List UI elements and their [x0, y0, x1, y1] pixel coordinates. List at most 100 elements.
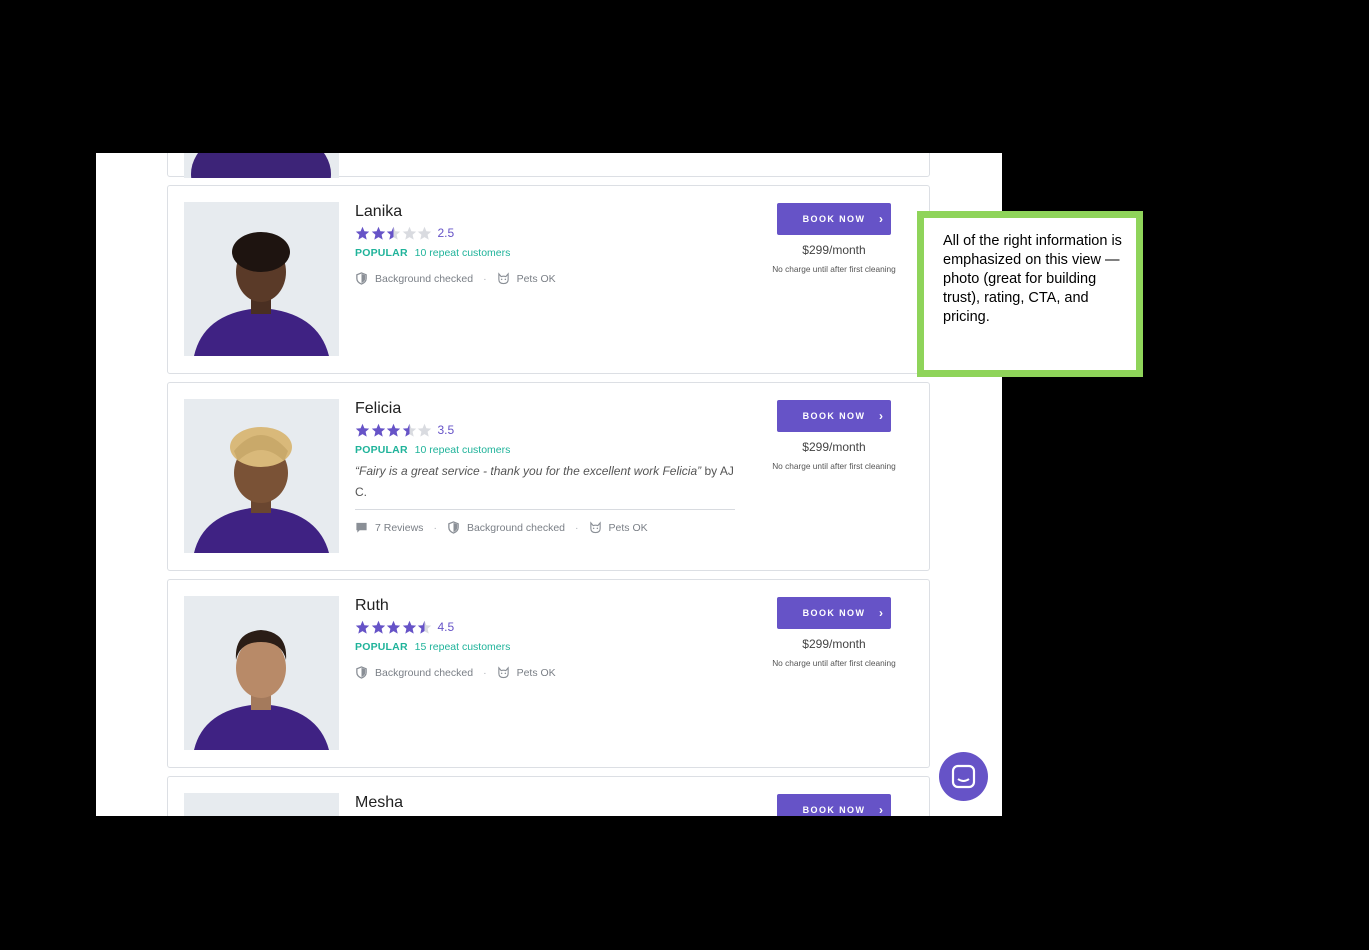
chevron-right-icon: › [879, 606, 883, 620]
star-icon [386, 620, 401, 634]
star-icon [371, 423, 385, 437]
comment-icon [356, 522, 367, 533]
book-now-button[interactable]: BOOK NOW › [777, 794, 891, 816]
star-icon [402, 226, 416, 240]
star-icon [417, 423, 432, 437]
star-icon [371, 226, 385, 240]
cleaner-photo[interactable] [184, 202, 339, 356]
reviews-link[interactable]: 7 Reviews [355, 521, 423, 534]
cleaner-card-lanika: Lanika 2.5 POPULAR 10 repeat customers B… [167, 185, 930, 374]
rating-value: 2.5 [437, 226, 455, 240]
badges-row: Background checked · Pets OK [355, 666, 556, 679]
badges-row: Background checked · Pets OK [355, 272, 556, 285]
badge-label: Pets OK [608, 521, 648, 534]
divider [355, 509, 735, 510]
review-by: by [701, 464, 718, 478]
price-note: No charge until after first cleaning [772, 264, 896, 274]
cat-icon [497, 272, 509, 285]
star-rating [355, 620, 433, 635]
price: $299/month [802, 440, 866, 454]
rating-value: 3.5 [437, 423, 455, 437]
shield-icon [356, 272, 367, 285]
badges-row: 7 Reviews · Background checked · Pets OK [355, 521, 648, 534]
cleaner-photo[interactable] [184, 793, 339, 816]
popular-badge: POPULAR [355, 641, 408, 653]
reviews-count: 7 Reviews [375, 521, 424, 534]
separator: · [575, 521, 579, 534]
cleaner-card-felicia: Felicia 3.5 POPULAR 10 repeat customers … [167, 382, 930, 571]
badge-label: Pets OK [516, 272, 556, 285]
rating-value: 4.5 [437, 620, 455, 634]
star-rating [355, 423, 433, 438]
star-rating [355, 226, 433, 241]
badge-label: Background checked [375, 666, 474, 679]
book-now-label: BOOK NOW [802, 608, 866, 618]
popularity: POPULAR 10 repeat customers [355, 247, 510, 259]
book-now-button[interactable]: BOOK NOW › [777, 400, 891, 432]
pets-badge: Pets OK [497, 272, 556, 285]
separator: · [483, 666, 487, 679]
book-now-label: BOOK NOW [802, 805, 866, 815]
popularity: POPULAR 15 repeat customers [355, 641, 510, 653]
cleaner-card-previous [167, 153, 930, 178]
price-note: No charge until after first cleaning [772, 658, 896, 668]
shield-icon [356, 666, 367, 679]
star-icon [402, 423, 416, 437]
cleaner-card-ruth: Ruth 4.5 POPULAR 15 repeat customers Bac… [167, 579, 930, 768]
separator: · [433, 521, 437, 534]
cleaner-card-mesha: Mesha BOOK NOW › [167, 776, 930, 816]
repeat-customers: 10 repeat customers [414, 247, 511, 259]
rating: 2.5 [355, 225, 454, 241]
chat-launcher-button[interactable] [939, 752, 988, 801]
cleaner-name[interactable]: Ruth [355, 597, 389, 615]
cleaner-photo[interactable] [184, 399, 339, 553]
star-icon [355, 423, 370, 437]
star-icon [355, 226, 370, 240]
chevron-right-icon: › [879, 212, 883, 226]
cleaner-name[interactable]: Felicia [355, 400, 401, 418]
shield-icon [448, 521, 459, 534]
popularity: POPULAR 10 repeat customers [355, 444, 510, 456]
price: $299/month [802, 637, 866, 651]
book-now-label: BOOK NOW [802, 214, 866, 224]
cat-icon [497, 666, 509, 679]
pets-badge: Pets OK [497, 666, 556, 679]
review-quote: “Fairy is a great service - thank you fo… [355, 461, 735, 503]
repeat-customers: 10 repeat customers [414, 444, 511, 456]
book-now-button[interactable]: BOOK NOW › [777, 597, 891, 629]
cleaner-name[interactable]: Lanika [355, 203, 402, 221]
star-icon [417, 226, 432, 240]
cleaner-list-viewport: Lanika 2.5 POPULAR 10 repeat customers B… [96, 153, 1002, 816]
review-text: “Fairy is a great service - thank you fo… [355, 464, 702, 478]
cleaner-name[interactable]: Mesha [355, 794, 403, 812]
cleaner-photo[interactable] [184, 596, 339, 750]
annotation-callout: All of the right information is emphasiz… [917, 211, 1143, 377]
background-check-badge: Background checked [447, 521, 565, 534]
popular-badge: POPULAR [355, 247, 408, 259]
star-icon [417, 620, 432, 634]
price-note: No charge until after first cleaning [772, 461, 896, 471]
badge-label: Pets OK [516, 666, 556, 679]
background-check-badge: Background checked [355, 272, 473, 285]
star-icon [386, 423, 401, 437]
cat-icon [589, 521, 601, 534]
background-check-badge: Background checked [355, 666, 473, 679]
star-icon [402, 620, 416, 634]
star-icon [386, 226, 401, 240]
cleaner-photo [184, 153, 339, 178]
chat-icon [951, 764, 976, 789]
price: $299/month [802, 243, 866, 257]
star-icon [355, 620, 370, 634]
annotation-text: All of the right information is emphasiz… [943, 233, 1122, 325]
book-now-label: BOOK NOW [802, 411, 866, 421]
chevron-right-icon: › [879, 803, 883, 816]
repeat-customers: 15 repeat customers [414, 641, 511, 653]
chevron-right-icon: › [879, 409, 883, 423]
separator: · [483, 272, 487, 285]
rating: 3.5 [355, 422, 454, 438]
book-now-button[interactable]: BOOK NOW › [777, 203, 891, 235]
popular-badge: POPULAR [355, 444, 408, 456]
star-icon [371, 620, 385, 634]
pets-badge: Pets OK [589, 521, 648, 534]
badge-label: Background checked [375, 272, 474, 285]
